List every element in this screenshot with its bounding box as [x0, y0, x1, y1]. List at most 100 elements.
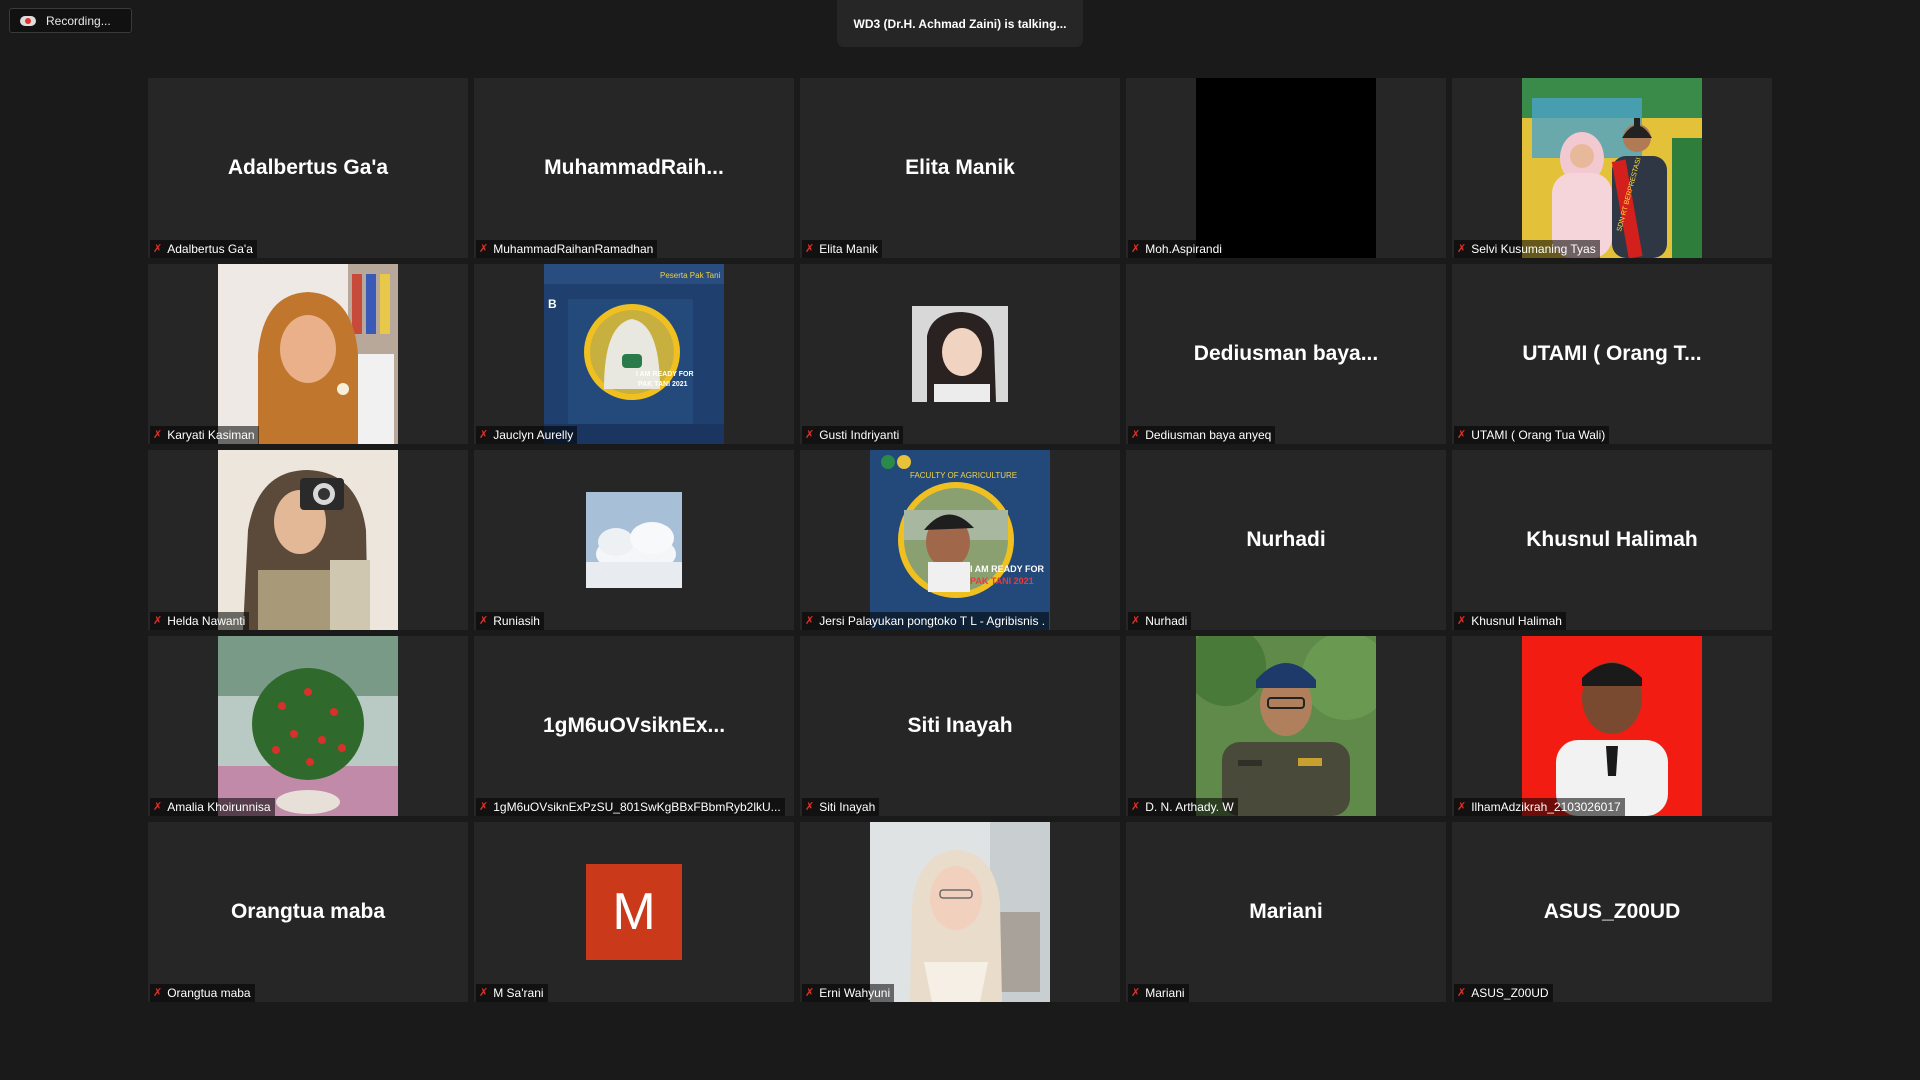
participant-tile[interactable]: MuhammadRaih... ✗ MuhammadRaihanRamadhan	[474, 78, 794, 258]
profile-photo: SDN RT BERPRESTASI	[1522, 78, 1702, 258]
participant-nametag: ✗ Adalbertus Ga'a	[150, 240, 257, 258]
participant-nametag: ✗ Mariani	[1128, 984, 1189, 1002]
mic-muted-icon: ✗	[1457, 242, 1467, 255]
participant-nametag: ✗ Moh.Aspirandi	[1128, 240, 1226, 258]
participant-name: 1gM6uOVsiknExPzSU_801SwKgBBxFBbmRyb2lkU.…	[493, 800, 781, 814]
participant-nametag: ✗ Siti Inayah	[802, 798, 880, 816]
participant-name: Siti Inayah	[819, 800, 876, 814]
participant-tile[interactable]: 1gM6uOVsiknEx... ✗ 1gM6uOVsiknExPzSU_801S…	[474, 636, 794, 816]
participant-tile[interactable]: Mariani ✗ Mariani	[1126, 822, 1446, 1002]
participant-tile[interactable]: ✗ Karyati Kasiman	[148, 264, 468, 444]
profile-photo	[1196, 636, 1376, 816]
participant-name: Helda Nawanti	[167, 614, 246, 628]
banner-text: PAK TANI 2021	[970, 576, 1034, 586]
participant-tile[interactable]: SDN RT BERPRESTASI ✗ Selvi Kusumaning Tya…	[1452, 78, 1772, 258]
participant-name: Gusti Indriyanti	[819, 428, 900, 442]
mic-muted-icon: ✗	[1457, 428, 1467, 441]
participant-nametag: ✗ Amalia Khoirunnisa	[150, 798, 275, 816]
participant-tile[interactable]: ✗ Amalia Khoirunnisa	[148, 636, 468, 816]
mic-muted-icon: ✗	[153, 428, 163, 441]
participant-name: Jauclyn Aurelly	[493, 428, 574, 442]
participant-display-name: Khusnul Halimah	[1526, 528, 1698, 551]
gallery-grid: Adalbertus Ga'a ✗ Adalbertus Ga'a Muhamma…	[148, 78, 1772, 1002]
recording-indicator[interactable]: Recording...	[9, 8, 132, 33]
participant-display-name: Orangtua maba	[230, 900, 386, 923]
participant-tile[interactable]: Siti Inayah ✗ Siti Inayah	[800, 636, 1120, 816]
profile-photo	[218, 264, 398, 444]
participant-nametag: ✗ Runiasih	[476, 612, 544, 630]
participant-name: D. N. Arthady. W	[1145, 800, 1234, 814]
participant-tile[interactable]: ✗ Gusti Indriyanti	[800, 264, 1120, 444]
mic-muted-icon: ✗	[1457, 614, 1467, 627]
participant-name: Selvi Kusumaning Tyas	[1471, 242, 1596, 256]
mic-muted-icon: ✗	[805, 614, 815, 627]
participant-nametag: ✗ Dediusman baya anyeq	[1128, 426, 1276, 444]
profile-photo	[218, 450, 398, 630]
participant-display-name: Dediusman baya...	[1193, 342, 1379, 365]
participant-name: Dediusman baya anyeq	[1145, 428, 1272, 442]
active-speaker-text: WD3 (Dr.H. Achmad Zaini) is talking...	[853, 16, 1067, 31]
mic-muted-icon: ✗	[805, 800, 815, 813]
mic-muted-icon: ✗	[1131, 986, 1141, 999]
video-feed-black	[1196, 78, 1376, 258]
participant-tile[interactable]: B Peserta Pak Tani I AM READY FOR PAK TA…	[474, 264, 794, 444]
participant-nametag: ✗ Nurhadi	[1128, 612, 1192, 630]
participant-display-name: Elita Manik	[905, 156, 1015, 179]
participant-tile[interactable]: FACULTY OF AGRICULTURE I AM READY FOR PA…	[800, 450, 1120, 630]
participant-tile[interactable]: ✗ Helda Nawanti	[148, 450, 468, 630]
participant-display-name: Siti Inayah	[907, 714, 1013, 737]
participant-name: Amalia Khoirunnisa	[167, 800, 271, 814]
mic-muted-icon: ✗	[153, 986, 163, 999]
participant-display-name: ASUS_Z00UD	[1543, 900, 1681, 923]
profile-photo	[586, 492, 682, 588]
participant-name: Mariani	[1145, 986, 1185, 1000]
mic-muted-icon: ✗	[153, 800, 163, 813]
participant-tile[interactable]: Dediusman baya... ✗ Dediusman baya anyeq	[1126, 264, 1446, 444]
participant-tile[interactable]: Elita Manik ✗ Elita Manik	[800, 78, 1120, 258]
participant-name: Nurhadi	[1145, 614, 1188, 628]
participant-tile[interactable]: ✗ Moh.Aspirandi	[1126, 78, 1446, 258]
participant-display-name: UTAMI ( Orang T...	[1522, 342, 1702, 365]
participant-tile[interactable]: ✗ IlhamAdzikrah_2103026017	[1452, 636, 1772, 816]
participant-nametag: ✗ Selvi Kusumaning Tyas	[1454, 240, 1600, 258]
participant-nametag: ✗ Helda Nawanti	[150, 612, 250, 630]
participant-tile[interactable]: ASUS_Z00UD ✗ ASUS_Z00UD	[1452, 822, 1772, 1002]
profile-photo: B Peserta Pak Tani I AM READY FOR PAK TA…	[544, 264, 724, 444]
banner-text: I AM READY FOR	[636, 371, 694, 378]
participant-nametag: ✗ 1gM6uOVsiknExPzSU_801SwKgBBxFBbmRyb2lkU…	[476, 798, 785, 816]
participant-nametag: ✗ MuhammadRaihanRamadhan	[476, 240, 658, 258]
participant-name: Erni Wahyuni	[819, 986, 891, 1000]
mic-muted-icon: ✗	[805, 986, 815, 999]
mic-muted-icon: ✗	[479, 986, 489, 999]
participant-nametag: ✗ Erni Wahyuni	[802, 984, 895, 1002]
participant-tile[interactable]: Khusnul Halimah ✗ Khusnul Halimah	[1452, 450, 1772, 630]
participant-tile[interactable]: UTAMI ( Orang T... ✗ UTAMI ( Orang Tua Wa…	[1452, 264, 1772, 444]
participant-tile[interactable]: Orangtua maba ✗ Orangtua maba	[148, 822, 468, 1002]
mic-muted-icon: ✗	[805, 242, 815, 255]
participant-nametag: ✗ Elita Manik	[802, 240, 882, 258]
participant-name: IlhamAdzikrah_2103026017	[1471, 800, 1621, 814]
participant-nametag: ✗ UTAMI ( Orang Tua Wali)	[1454, 426, 1610, 444]
participant-tile[interactable]: ✗ D. N. Arthady. W	[1126, 636, 1446, 816]
participant-tile[interactable]: ✗ Runiasih	[474, 450, 794, 630]
participant-name: MuhammadRaihanRamadhan	[493, 242, 654, 256]
participant-nametag: ✗ Jersi Palayukan pongtoko T L - Agribisn…	[802, 612, 1050, 630]
participant-name: Adalbertus Ga'a	[167, 242, 253, 256]
participant-tile[interactable]: Nurhadi ✗ Nurhadi	[1126, 450, 1446, 630]
participant-tile[interactable]: M ✗ M Sa'rani	[474, 822, 794, 1002]
svg-text:B: B	[548, 297, 557, 311]
mic-muted-icon: ✗	[1457, 986, 1467, 999]
participant-display-name: Mariani	[1249, 900, 1323, 923]
participant-nametag: ✗ Khusnul Halimah	[1454, 612, 1566, 630]
participant-display-name: MuhammadRaih...	[544, 156, 724, 179]
participant-nametag: ✗ Gusti Indriyanti	[802, 426, 904, 444]
participant-name: Orangtua maba	[167, 986, 251, 1000]
participant-nametag: ✗ IlhamAdzikrah_2103026017	[1454, 798, 1625, 816]
mic-muted-icon: ✗	[1131, 428, 1141, 441]
participant-name: Jersi Palayukan pongtoko T L - Agribisni…	[819, 614, 1046, 628]
participant-display-name: Nurhadi	[1246, 528, 1326, 551]
participant-tile[interactable]: Adalbertus Ga'a ✗ Adalbertus Ga'a	[148, 78, 468, 258]
participant-name: Elita Manik	[819, 242, 878, 256]
participant-display-name: 1gM6uOVsiknEx...	[542, 714, 726, 737]
participant-tile[interactable]: ✗ Erni Wahyuni	[800, 822, 1120, 1002]
